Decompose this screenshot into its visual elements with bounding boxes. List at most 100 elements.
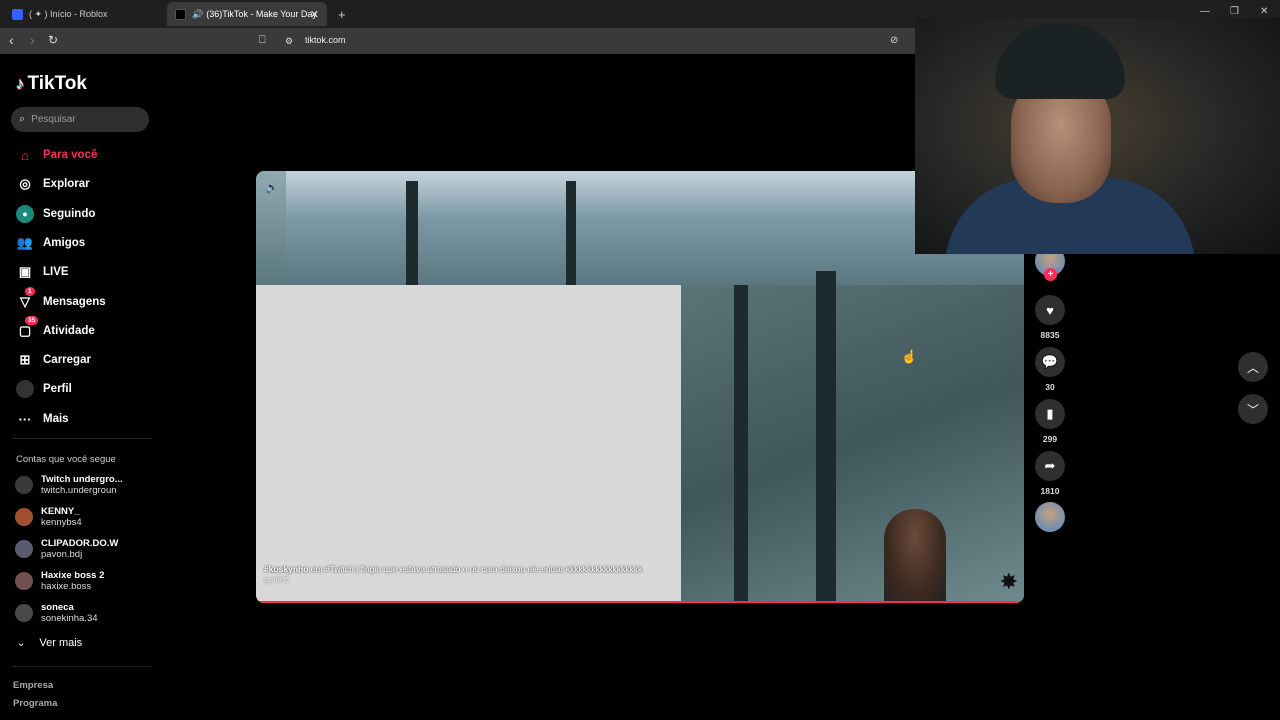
nav-mensagens[interactable]: ▽ 1 Mensagens: [16, 287, 106, 312]
friends-icon: 👥: [16, 235, 34, 250]
avatar: [15, 604, 33, 622]
like-action[interactable]: ♥ 8835: [1035, 295, 1065, 340]
divider: [12, 438, 152, 439]
save-action[interactable]: ▮ 299: [1035, 399, 1065, 444]
nav-explorar[interactable]: ◎ Explorar: [16, 174, 89, 194]
nav-atividade[interactable]: ▢ 35 Atividade: [16, 316, 95, 341]
comment-icon[interactable]: 💬: [1035, 347, 1065, 377]
heart-icon[interactable]: ♥: [1035, 295, 1065, 325]
account-item[interactable]: soneca sonekinha.34: [15, 599, 98, 627]
share-count: 1810: [1040, 486, 1060, 496]
next-video-button[interactable]: ﹀: [1238, 394, 1268, 424]
bookmark-icon[interactable]: ▮: [1035, 399, 1065, 429]
like-count: 8835: [1040, 330, 1060, 340]
account-user: twitch.undergroun: [41, 484, 117, 496]
account-name: soneca: [41, 601, 74, 613]
site-info-icon[interactable]: ⚙: [285, 36, 293, 47]
avatar: [15, 508, 33, 526]
see-more-label: Ver mais: [39, 637, 83, 649]
caption-user[interactable]: #koskynho: [264, 564, 308, 574]
video-pole: [816, 271, 836, 603]
share-icon[interactable]: ➦: [1035, 451, 1065, 481]
account-user: pavon.bdj: [41, 548, 83, 560]
music-disc-avatar[interactable]: [1035, 502, 1065, 532]
following-icon: ●: [16, 205, 34, 223]
account-item[interactable]: Haxixe boss 2 haxixe.boss: [15, 567, 104, 595]
new-tab-button[interactable]: +: [330, 2, 350, 26]
video-caption: #koskynho em #Twitch | fingiu que estava…: [264, 564, 642, 586]
account-name: KENNY_: [41, 505, 80, 517]
nav-carregar[interactable]: ⊞ Carregar: [16, 350, 91, 370]
tab-tiktok[interactable]: 🔊 (36)TikTok - Make Your Day ✕: [167, 2, 327, 26]
bookmark-icon[interactable]: ⎕: [259, 34, 266, 47]
sidebar: ♪ TikTok ⌕ ⌂ Para você ◎ Explorar ● Segu…: [0, 54, 160, 720]
profile-icon: [16, 380, 34, 398]
tab-roblox[interactable]: ( ✦ ) Início - Roblox: [4, 2, 164, 26]
reload-icon[interactable]: ↻: [48, 33, 58, 47]
close-window-icon[interactable]: ✕: [1260, 6, 1268, 17]
tiktok-logo[interactable]: ♪ TikTok: [16, 73, 87, 95]
previous-video-button[interactable]: ︿: [1238, 352, 1268, 382]
search-box[interactable]: ⌕: [11, 107, 149, 132]
video-progress-bar[interactable]: [256, 601, 1024, 603]
nav-label: Perfil: [43, 383, 72, 395]
nav-label: Seguindo: [43, 208, 96, 220]
nav-label: LIVE: [43, 266, 69, 278]
footer-link-programa[interactable]: Programa: [13, 698, 57, 709]
video-pole: [734, 285, 748, 603]
activity-icon: ▢ 35: [16, 316, 39, 340]
maximize-icon[interactable]: ❐: [1230, 6, 1239, 17]
save-count: 299: [1042, 434, 1058, 444]
nav-mais[interactable]: ··· Mais: [16, 409, 69, 429]
activity-badge: 35: [25, 316, 39, 325]
chevron-down-icon: ⌄: [17, 637, 26, 649]
tab-title: ( ✦ ) Início - Roblox: [29, 8, 108, 19]
webcam-overlay: [915, 18, 1280, 254]
tiktok-note-icon: ♪: [16, 74, 25, 93]
nav-label: Amigos: [43, 237, 86, 249]
video-pole: [566, 181, 576, 286]
account-user: haxixe.boss: [41, 580, 92, 592]
video-frame-right: [681, 285, 1024, 603]
nav-para-voce[interactable]: ⌂ Para você: [16, 145, 97, 165]
account-item[interactable]: CLIPADOR.DO.W pavon.bdj: [15, 535, 118, 563]
divider: [12, 666, 152, 667]
footer-link-empresa[interactable]: Empresa: [13, 680, 53, 691]
account-user: sonekinha.34: [41, 612, 98, 624]
overlay-meta-3: gym995: [264, 577, 289, 584]
reader-mode-icon[interactable]: ⊘: [890, 35, 898, 46]
avatar: [15, 476, 33, 494]
chevron-down-icon: ﹀: [1246, 402, 1259, 417]
comment-action[interactable]: 💬 30: [1035, 347, 1065, 392]
logo-text: TikTok: [27, 73, 87, 94]
video-player[interactable]: 🔈 cortesdolis070 6377650 #koskynho em #T…: [256, 171, 1024, 603]
nav-seguindo[interactable]: ● Seguindo: [16, 204, 95, 224]
nav-label: Mais: [43, 413, 69, 425]
account-name: CLIPADOR.DO.W: [41, 537, 119, 549]
nav-label: Atividade: [43, 325, 95, 337]
caption-text: em #Twitch | fingiu que estava atrasado …: [310, 564, 643, 574]
volume-icon[interactable]: 🔈: [265, 181, 279, 194]
nav-live[interactable]: ▣ LIVE: [16, 262, 69, 282]
nav-perfil[interactable]: Perfil: [16, 379, 72, 399]
follow-plus-icon[interactable]: +: [1044, 268, 1057, 281]
minimize-icon[interactable]: —: [1200, 6, 1210, 17]
search-input[interactable]: [31, 114, 132, 125]
roblox-favicon-icon: [12, 8, 23, 20]
url-field[interactable]: tiktok.com: [305, 35, 346, 45]
account-item[interactable]: Twitch undergro... twitch.undergroun: [15, 471, 123, 499]
account-item[interactable]: KENNY_ kennybs4: [15, 503, 82, 531]
see-more-button[interactable]: ⌄ Ver mais: [17, 637, 82, 649]
video-frame-wall: [256, 285, 681, 603]
tiktok-favicon-icon: [175, 8, 186, 20]
back-icon[interactable]: ‹: [9, 32, 14, 48]
nav-amigos[interactable]: 👥 Amigos: [16, 233, 85, 253]
close-tab-icon[interactable]: ✕: [310, 8, 319, 21]
tab-title: (36)TikTok - Make Your Day: [206, 9, 317, 19]
home-icon: ⌂: [21, 147, 29, 163]
account-name: Haxixe boss 2: [41, 569, 105, 581]
nav-label: Carregar: [43, 354, 91, 366]
share-action[interactable]: ➦ 1810: [1035, 451, 1065, 496]
webcam-person-cap: [995, 24, 1125, 99]
forward-icon[interactable]: ›: [30, 32, 35, 48]
